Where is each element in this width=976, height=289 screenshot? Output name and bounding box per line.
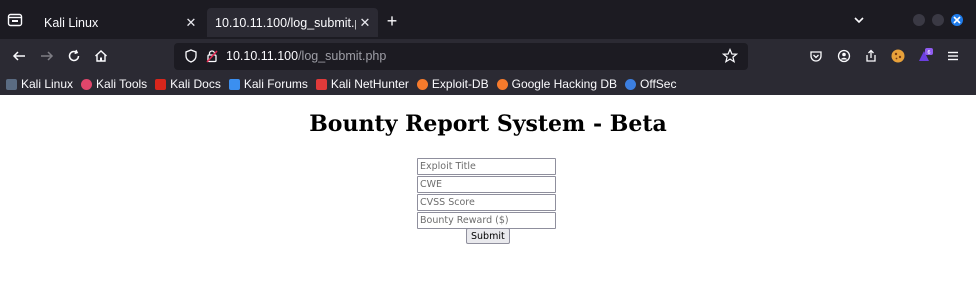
cookie-extension-icon[interactable] (889, 47, 907, 65)
bookmark-kali-nethunter[interactable]: Kali NetHunter (315, 77, 409, 91)
home-icon[interactable] (92, 47, 110, 65)
submit-button[interactable]: Submit (466, 228, 510, 244)
back-arrow-icon[interactable] (10, 47, 28, 65)
bookmark-google-hacking-db[interactable]: Google Hacking DB (496, 77, 617, 91)
tab-title: 10.10.11.100/log_submit.php (215, 15, 356, 30)
cvss-score-input[interactable] (417, 194, 556, 211)
bookmark-star-icon[interactable] (721, 47, 739, 67)
kali-forums-icon (228, 78, 240, 90)
tracking-shield-icon[interactable] (184, 49, 198, 66)
bookmark-label: Kali Linux (21, 77, 74, 91)
bookmark-kali-forums[interactable]: Kali Forums (228, 77, 308, 91)
close-window-button[interactable] (951, 14, 963, 26)
tab-log-submit[interactable]: 10.10.11.100/log_submit.php ✕ (207, 8, 378, 37)
forward-arrow-icon[interactable] (38, 47, 56, 65)
bookmark-kali-docs[interactable]: Kali Docs (155, 77, 221, 91)
bookmark-label: Kali Docs (170, 77, 221, 91)
tab-title: Kali Linux (44, 15, 99, 30)
page-content: Bounty Report System - Beta Submit (0, 95, 976, 289)
url-path: /log_submit.php (298, 49, 387, 63)
page-title: Bounty Report System - Beta (309, 111, 667, 137)
extension-badge-icon[interactable]: 6 (916, 47, 934, 65)
kali-nethunter-icon (315, 78, 327, 90)
bookmark-label: Google Hacking DB (511, 77, 617, 91)
bounty-report-form (417, 158, 557, 230)
chevron-down-icon[interactable] (852, 13, 866, 27)
bookmark-label: OffSec (640, 77, 677, 91)
firefox-view-icon[interactable] (6, 11, 24, 29)
address-bar[interactable]: 10.10.11.100/log_submit.php (174, 43, 748, 70)
kali-tools-icon (81, 78, 93, 90)
account-icon[interactable] (835, 47, 853, 65)
url-host: 10.10.11.100 (226, 49, 299, 63)
exploit-title-input[interactable] (417, 158, 556, 175)
kali-docs-icon (155, 78, 167, 90)
insecure-lock-icon[interactable] (205, 49, 219, 66)
exploit-db-icon (416, 78, 428, 90)
cwe-input[interactable] (417, 176, 556, 193)
bookmark-offsec[interactable]: OffSec (625, 77, 676, 91)
bookmark-label: Kali Forums (243, 77, 308, 91)
pocket-icon[interactable] (807, 47, 825, 65)
close-tab-icon[interactable]: ✕ (356, 14, 374, 32)
bookmark-label: Kali Tools (96, 77, 148, 91)
tab-kali-linux[interactable]: Kali Linux ✕ (32, 8, 204, 37)
bookmark-label: Kali NetHunter (330, 77, 409, 91)
kali-dragon-icon (6, 78, 17, 90)
offsec-icon (625, 78, 636, 90)
minimize-window-button[interactable] (913, 14, 925, 26)
bounty-reward-input[interactable] (417, 212, 556, 229)
close-tab-icon[interactable]: ✕ (182, 14, 200, 32)
new-tab-plus-icon[interactable]: + (384, 12, 400, 30)
maximize-window-button[interactable] (932, 14, 944, 26)
bookmarks-toolbar: Kali Linux Kali Tools Kali Docs Kali For… (0, 73, 976, 95)
url-text: 10.10.11.100/log_submit.php (226, 49, 386, 63)
hamburger-menu-icon[interactable] (944, 47, 962, 65)
svg-text:6: 6 (927, 50, 930, 56)
bookmark-kali-tools[interactable]: Kali Tools (81, 77, 147, 91)
reload-icon[interactable] (65, 47, 83, 65)
navigation-toolbar: 10.10.11.100/log_submit.php 6 (0, 39, 976, 73)
bookmark-label: Exploit-DB (431, 77, 489, 91)
share-icon[interactable] (862, 47, 880, 65)
bookmark-exploit-db[interactable]: Exploit-DB (416, 77, 489, 91)
bookmark-kali-linux[interactable]: Kali Linux (6, 77, 73, 91)
tab-strip: Kali Linux ✕ 10.10.11.100/log_submit.php… (0, 0, 976, 39)
ghdb-icon (496, 78, 508, 90)
